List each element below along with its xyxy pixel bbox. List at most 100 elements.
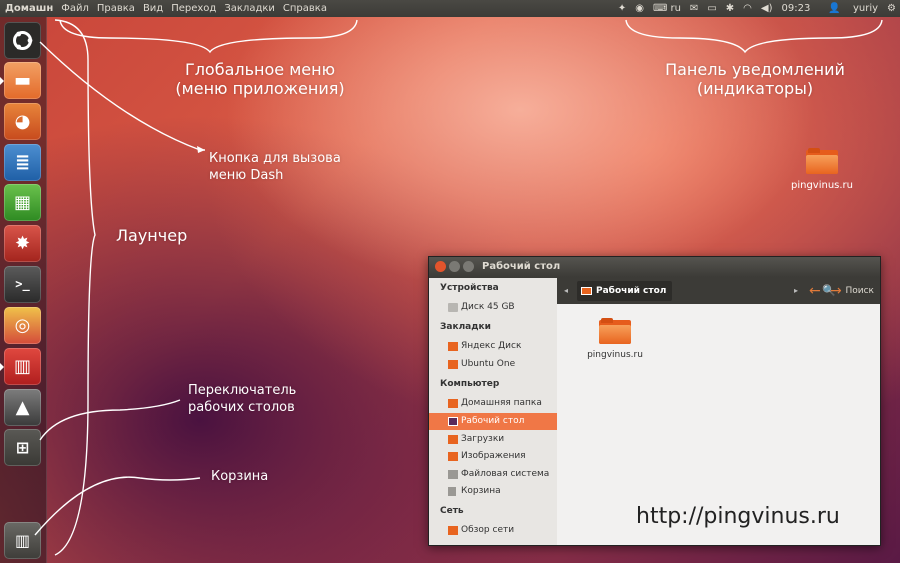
folder-icon: ▬ <box>13 70 31 91</box>
breadcrumb-label: Рабочий стол <box>596 286 667 296</box>
terminal-icon: >_ <box>15 277 30 291</box>
sidebar-header-devices: Устройства <box>440 283 499 293</box>
sidebar-header-network: Сеть <box>440 506 464 516</box>
places-sidebar: Устройства Диск 45 GB Закладки Яндекс Ди… <box>429 278 557 545</box>
menu-help[interactable]: Справка <box>283 0 327 17</box>
menu-edit[interactable]: Правка <box>97 0 135 17</box>
launcher-files[interactable]: ▬ <box>0 62 41 99</box>
desktop-folder-icon <box>581 286 592 295</box>
top-panel: Домашн Файл Правка Вид Переход Закладки … <box>0 0 900 17</box>
sidebar-header-computer: Компьютер <box>440 379 500 389</box>
wifi-icon[interactable]: ◠ <box>743 0 752 17</box>
menu-file[interactable]: Файл <box>61 0 89 17</box>
ubuntu-logo-icon <box>13 31 33 50</box>
workspace-switcher[interactable]: ⊞ <box>4 429 41 466</box>
sidebar-item-disk[interactable]: Диск 45 GB <box>429 299 557 316</box>
menu-bookmarks[interactable]: Закладки <box>224 0 275 17</box>
window-titlebar[interactable]: Рабочий стол <box>429 257 880 277</box>
sidebar-header-bookmarks: Закладки <box>440 322 491 332</box>
sidebar-item-trash[interactable]: Корзина <box>429 483 557 500</box>
menu-app-name[interactable]: Домашн <box>5 0 53 17</box>
settings-gear-icon[interactable]: ⚙ <box>887 0 896 17</box>
pictures-folder-icon <box>448 452 458 461</box>
launcher-settings[interactable]: ✸ <box>4 225 41 262</box>
content-folder-item[interactable]: pingvinus.ru <box>585 318 645 360</box>
sidebar-item-ubuntu-one[interactable]: Ubuntu One <box>429 356 557 373</box>
app-red-icon: ▥ <box>13 356 31 377</box>
bluetooth-icon[interactable]: ✱ <box>726 0 734 17</box>
sidebar-item-desktop[interactable]: Рабочий стол <box>429 413 557 430</box>
dropbox-icon[interactable]: ✦ <box>618 0 626 17</box>
keyboard-layout-label[interactable]: ru <box>670 0 680 17</box>
desktop-folder-label: pingvinus.ru <box>790 180 854 191</box>
chrome-icon: ◎ <box>14 315 31 336</box>
trash-icon: ▥ <box>14 531 31 550</box>
breadcrumb-left-arrow[interactable]: ◂ <box>564 278 568 304</box>
global-menu-brace <box>59 19 358 54</box>
sidebar-item-pictures[interactable]: Изображения <box>429 448 557 465</box>
annotation-workspace-switcher: Переключатель рабочих столов <box>188 383 297 415</box>
watermark-url: http://pingvinus.ru <box>636 504 840 529</box>
annotation-trash: Корзина <box>211 469 269 484</box>
toolbar: ◂ Рабочий стол ▸ ← → 🔍 Поиск <box>557 278 880 304</box>
folder-icon <box>599 318 631 344</box>
calc-icon: ▦ <box>13 192 31 213</box>
menu-go[interactable]: Переход <box>171 0 216 17</box>
indicator-area: ✦ ◉ ⌨ ru ✉ ▭ ✱ ◠ ◀) 09:23 👤 yuriy ⚙ <box>609 0 896 17</box>
breadcrumb-right-arrow[interactable]: ▸ <box>794 278 798 304</box>
menu-view[interactable]: Вид <box>143 0 163 17</box>
content-folder-label: pingvinus.ru <box>587 350 643 360</box>
inkscape-icon: ▲ <box>15 397 30 418</box>
settings-icon: ✸ <box>14 233 31 254</box>
user-menu[interactable]: 👤 yuriy <box>819 0 878 17</box>
sidebar-item-downloads[interactable]: Загрузки <box>429 431 557 448</box>
volume-icon[interactable]: ◀) <box>761 0 773 17</box>
trash-pointer <box>34 476 201 536</box>
search-icon[interactable]: 🔍 <box>822 278 836 304</box>
desktop-folder[interactable]: pingvinus.ru <box>787 148 857 191</box>
folder-icon <box>448 360 458 369</box>
filesystem-icon <box>448 470 458 479</box>
workspace-switcher-icon: ⊞ <box>15 438 30 457</box>
downloads-folder-icon <box>448 435 458 444</box>
launcher-writer[interactable]: ≣ <box>4 144 41 181</box>
maximize-button[interactable] <box>463 261 474 272</box>
keyboard-icon[interactable]: ⌨ <box>653 0 667 17</box>
global-menu: Домашн Файл Правка Вид Переход Закладки … <box>5 0 335 17</box>
writer-icon: ≣ <box>14 152 31 173</box>
ubuntu-one-icon[interactable]: ◉ <box>635 0 644 17</box>
minimize-button[interactable] <box>449 261 460 272</box>
disk-icon <box>448 303 458 312</box>
search-button-label[interactable]: Поиск <box>845 278 874 304</box>
launcher-calc[interactable]: ▦ <box>4 184 41 221</box>
launcher-brace <box>54 19 96 556</box>
launcher-chrome[interactable]: ◎ <box>4 307 41 344</box>
launcher-app-red[interactable]: ▥ <box>0 348 41 385</box>
trash-icon <box>448 487 456 496</box>
sidebar-item-filesystem[interactable]: Файловая система <box>429 466 557 483</box>
clock[interactable]: 09:23 <box>781 0 810 17</box>
close-button[interactable] <box>435 261 446 272</box>
user-icon: 👤 <box>828 3 841 14</box>
back-arrow-icon[interactable]: ← <box>809 278 821 304</box>
launcher-inkscape[interactable]: ▲ <box>4 389 41 426</box>
dash-button[interactable] <box>4 22 41 59</box>
annotation-indicators: Панель уведомлений (индикаторы) <box>665 60 845 98</box>
breadcrumb-desktop[interactable]: Рабочий стол <box>577 281 673 301</box>
indicators-brace <box>625 19 883 54</box>
battery-icon[interactable]: ▭ <box>707 0 716 17</box>
launcher-trash[interactable]: ▥ <box>4 522 41 559</box>
sidebar-item-yandex-disk[interactable]: Яндекс Диск <box>429 338 557 355</box>
sidebar-item-browse-network[interactable]: Обзор сети <box>429 522 557 539</box>
home-folder-icon <box>448 399 458 408</box>
annotation-global-menu: Глобальное меню (меню приложения) <box>175 60 345 98</box>
desktop-icon <box>448 417 458 426</box>
mail-icon[interactable]: ✉ <box>690 0 698 17</box>
launcher: ▬ ◕ ≣ ▦ ✸ >_ ◎ ▥ ▲ ⊞ ▥ <box>0 17 47 563</box>
sidebar-item-home[interactable]: Домашняя папка <box>429 395 557 412</box>
launcher-firefox[interactable]: ◕ <box>4 103 41 140</box>
annotation-launcher: Лаунчер <box>116 226 188 245</box>
launcher-terminal[interactable]: >_ <box>4 266 41 303</box>
user-name: yuriy <box>852 3 879 14</box>
file-manager-window: Рабочий стол ◂ Рабочий стол ▸ ← → 🔍 Поис… <box>428 256 881 546</box>
